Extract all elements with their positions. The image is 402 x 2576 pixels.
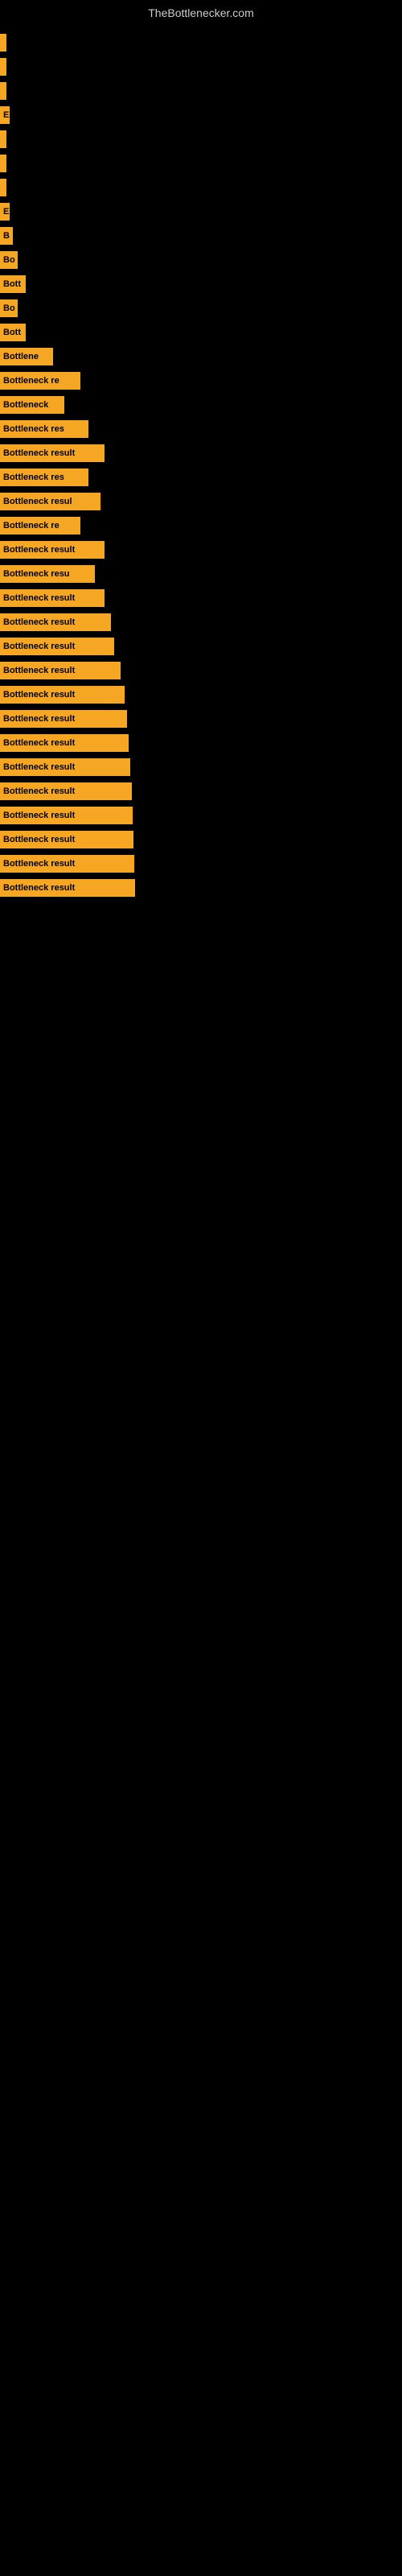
bar-label: Bottleneck result	[0, 662, 121, 679]
bar-label: Bottleneck result	[0, 589, 105, 607]
bar-row: Bottleneck result	[0, 876, 402, 900]
bar-label: Bottleneck result	[0, 734, 129, 752]
bar-label: Bott	[0, 324, 26, 341]
bar-row	[0, 31, 402, 55]
bar-label: Bottleneck	[0, 396, 64, 414]
bar-label	[0, 130, 6, 148]
bar-label: Bottleneck result	[0, 879, 135, 897]
bar-label: Bottleneck result	[0, 638, 114, 655]
bar-row: Bo	[0, 248, 402, 272]
bar-row: Bottleneck re	[0, 514, 402, 538]
bar-label: Bottleneck res	[0, 420, 88, 438]
site-title: TheBottlenecker.com	[0, 0, 402, 23]
bar-row: Bottleneck result	[0, 634, 402, 658]
bar-row: Bottleneck result	[0, 441, 402, 465]
bar-label: Bo	[0, 251, 18, 269]
bar-row	[0, 175, 402, 200]
bar-label: Bottleneck result	[0, 541, 105, 559]
bar-row	[0, 127, 402, 151]
bar-row: Bottleneck	[0, 393, 402, 417]
bar-row: Bottleneck result	[0, 755, 402, 779]
bar-label	[0, 82, 6, 100]
bar-row: E	[0, 200, 402, 224]
bar-row: Bottleneck result	[0, 707, 402, 731]
bar-row: Bottleneck result	[0, 658, 402, 683]
bar-row: Bottleneck result	[0, 828, 402, 852]
bar-row: Bottleneck resu	[0, 562, 402, 586]
bar-row: Bottleneck result	[0, 803, 402, 828]
bar-label: Bottleneck res	[0, 469, 88, 486]
bar-label: Bottleneck re	[0, 372, 80, 390]
bar-label	[0, 34, 6, 52]
bar-label: Bottleneck result	[0, 613, 111, 631]
bar-row	[0, 151, 402, 175]
bar-row: Bottleneck result	[0, 852, 402, 876]
bar-label: Bottleneck result	[0, 710, 127, 728]
bar-row: Bott	[0, 320, 402, 345]
bar-row: Bottleneck result	[0, 779, 402, 803]
bar-row: Bottleneck result	[0, 610, 402, 634]
bar-label	[0, 155, 6, 172]
bar-row: Bottleneck result	[0, 731, 402, 755]
bar-row: Bottleneck result	[0, 683, 402, 707]
bar-label	[0, 179, 6, 196]
bar-row: B	[0, 224, 402, 248]
bar-row: E	[0, 103, 402, 127]
bar-row: Bottleneck res	[0, 417, 402, 441]
bar-label: E	[0, 106, 10, 124]
bar-label: Bottlene	[0, 348, 53, 365]
bar-row	[0, 55, 402, 79]
bar-row: Bott	[0, 272, 402, 296]
bar-row: Bottleneck result	[0, 586, 402, 610]
bar-row: Bottleneck resul	[0, 489, 402, 514]
bar-label: Bottleneck result	[0, 758, 130, 776]
bar-label: E	[0, 203, 10, 221]
bar-row	[0, 79, 402, 103]
bar-row: Bottlene	[0, 345, 402, 369]
bar-label: Bottleneck result	[0, 782, 132, 800]
bar-label: Bottleneck resu	[0, 565, 95, 583]
bar-label: B	[0, 227, 13, 245]
bar-label: Bottleneck result	[0, 831, 133, 848]
bar-row: Bottleneck result	[0, 538, 402, 562]
bar-label: Bott	[0, 275, 26, 293]
bar-label: Bottleneck re	[0, 517, 80, 535]
bar-row: Bottleneck re	[0, 369, 402, 393]
bar-label: Bottleneck result	[0, 855, 134, 873]
bar-row: Bo	[0, 296, 402, 320]
bar-label	[0, 58, 6, 76]
bar-label: Bottleneck resul	[0, 493, 100, 510]
bar-row: Bottleneck res	[0, 465, 402, 489]
bars-container: EEBBoBottBoBottBottleneBottleneck reBott…	[0, 23, 402, 900]
bar-label: Bottleneck result	[0, 444, 105, 462]
bar-label: Bottleneck result	[0, 686, 125, 704]
bar-label: Bo	[0, 299, 18, 317]
bar-label: Bottleneck result	[0, 807, 133, 824]
